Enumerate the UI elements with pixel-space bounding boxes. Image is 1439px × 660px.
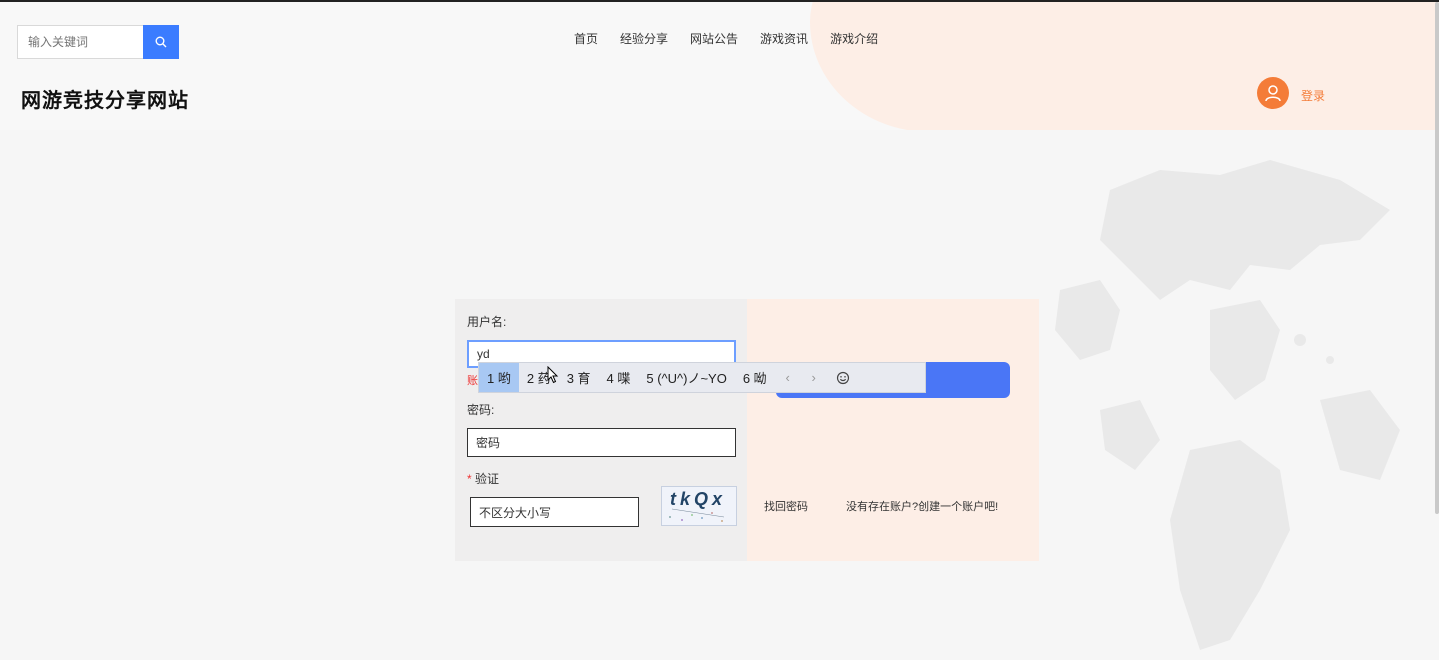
- captcha-text: tkQx: [670, 489, 727, 509]
- world-map-decoration: [1055, 160, 1400, 650]
- forgot-password-link[interactable]: 找回密码: [764, 498, 808, 514]
- required-mark: *: [467, 472, 472, 486]
- ime-candidate[interactable]: 1 哟: [479, 363, 519, 392]
- nav-item-home[interactable]: 首页: [574, 30, 598, 47]
- search-field[interactable]: [17, 25, 143, 59]
- register-link[interactable]: 没有存在账户?创建一个账户吧!: [846, 498, 998, 514]
- login-side-section: [747, 299, 1039, 561]
- search-icon: [155, 36, 167, 48]
- ime-prev-icon[interactable]: ‹: [775, 370, 801, 385]
- main-nav: 首页 经验分享 网站公告 游戏资讯 游戏介绍: [574, 30, 878, 47]
- nav-item-announcements[interactable]: 网站公告: [690, 30, 738, 47]
- password-label: 密码:: [467, 403, 495, 417]
- ime-candidate[interactable]: 4 喋: [599, 363, 639, 392]
- login-panel: 用户名: yd 账 密码: 密码 * 验证 不区分大小写 tkQx 找回密码 没…: [455, 299, 1039, 561]
- mouse-cursor-icon: [547, 366, 559, 384]
- ime-next-icon[interactable]: ›: [801, 370, 827, 385]
- captcha-field[interactable]: 不区分大小写: [470, 497, 639, 527]
- avatar[interactable]: [1257, 77, 1289, 109]
- captcha-label: * 验证: [467, 470, 499, 487]
- ime-candidate-bar: 1 哟 2 药 3 育 4 喋 5 (^U^)ノ~YO 6 呦 ‹ ›: [478, 362, 926, 393]
- search-input[interactable]: [26, 26, 140, 58]
- captcha-image[interactable]: tkQx: [661, 486, 737, 526]
- username-label: 用户名:: [467, 315, 507, 329]
- emoji-icon[interactable]: [827, 371, 859, 385]
- header-decoration: [810, 2, 1439, 130]
- ime-candidate[interactable]: 5 (^U^)ノ~YO: [638, 363, 734, 392]
- ime-candidate[interactable]: 6 呦: [735, 363, 775, 392]
- user-icon: [1265, 85, 1281, 102]
- nav-item-experience[interactable]: 经验分享: [620, 30, 668, 47]
- ime-candidate[interactable]: 3 育: [559, 363, 599, 392]
- nav-item-news[interactable]: 游戏资讯: [760, 30, 808, 47]
- site-title: 网游竞技分享网站: [21, 90, 189, 112]
- username-error: 账: [467, 375, 478, 387]
- password-field[interactable]: 密码: [467, 428, 736, 457]
- nav-item-games[interactable]: 游戏介绍: [830, 30, 878, 47]
- captcha-label-text: 验证: [475, 472, 500, 486]
- site-header: [0, 2, 1439, 130]
- search-button[interactable]: [143, 25, 179, 59]
- login-link[interactable]: 登录: [1301, 87, 1325, 104]
